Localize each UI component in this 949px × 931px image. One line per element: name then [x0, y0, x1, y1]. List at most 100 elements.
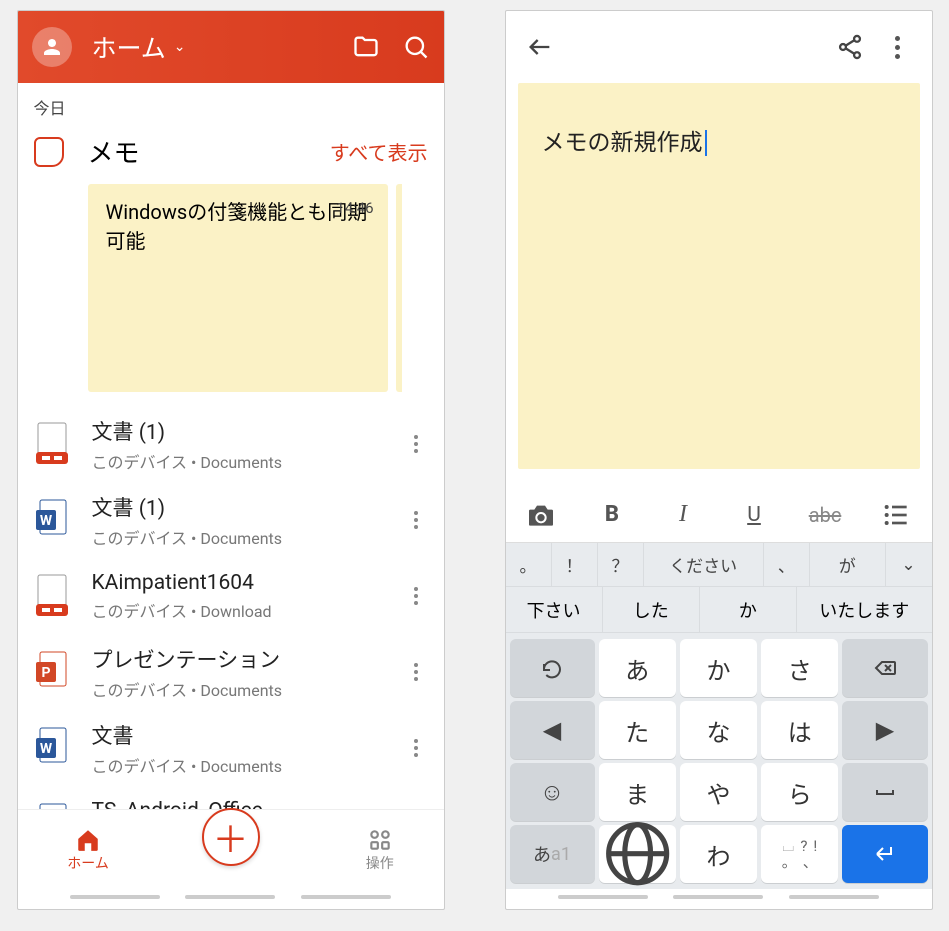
- key-ma[interactable]: ま: [599, 763, 676, 821]
- key-left[interactable]: ◀: [510, 701, 595, 759]
- key-ya[interactable]: や: [680, 763, 757, 821]
- suggestion[interactable]: ？: [598, 543, 644, 586]
- text-cursor: [705, 130, 707, 156]
- sticky-note[interactable]: Windowsの付箋機能とも同期可能 14:46: [88, 184, 388, 392]
- strikethrough-button[interactable]: abc: [809, 499, 841, 531]
- suggestion[interactable]: いたします: [797, 587, 932, 632]
- key-mode-switch[interactable]: あa1: [510, 825, 595, 883]
- more-icon[interactable]: [404, 663, 428, 681]
- bullet-list-icon[interactable]: [880, 499, 912, 531]
- underline-button[interactable]: U: [738, 499, 770, 531]
- chevron-down-icon: ⌄: [174, 39, 186, 55]
- list-item[interactable]: W 文書 このデバイス • Documents: [18, 710, 444, 786]
- list-item[interactable]: KAimpatient1604 このデバイス • Download: [18, 558, 444, 634]
- more-icon[interactable]: [404, 435, 428, 453]
- fab-add[interactable]: ＋: [202, 808, 260, 866]
- suggestion[interactable]: 、: [764, 543, 810, 586]
- svg-text:W: W: [39, 513, 52, 529]
- editor-header: [506, 11, 932, 83]
- system-gesture-bar: [18, 889, 444, 909]
- key-undo[interactable]: [510, 639, 595, 697]
- doc-name: 文書 (1): [92, 492, 404, 522]
- suggestion[interactable]: 下さい: [506, 587, 603, 632]
- list-item[interactable]: W TS_Android_Office OneDrive - 個人用 • TS原…: [18, 786, 444, 809]
- suggestion[interactable]: ！: [552, 543, 598, 586]
- sticky-note-next[interactable]: [396, 184, 402, 392]
- suggestion[interactable]: した: [603, 587, 700, 632]
- more-icon[interactable]: [404, 739, 428, 757]
- suggestion[interactable]: が: [810, 543, 886, 586]
- suggestion[interactable]: か: [700, 587, 797, 632]
- note-content: メモの新規作成: [542, 129, 703, 156]
- section-today: 今日: [18, 83, 444, 127]
- office-file-icon: [34, 574, 70, 618]
- italic-button[interactable]: I: [667, 499, 699, 531]
- key-ta[interactable]: た: [599, 701, 676, 759]
- keyboard-grid: あ か さ ◀ た な は ▶ ☺ ま や ら あa1 わ: [506, 633, 932, 889]
- word-file-icon: W: [34, 802, 70, 809]
- soft-keyboard: 。 ！ ？ ください 、 が ⌄ 下さい した か いたします あ か さ ◀ …: [506, 543, 932, 889]
- nav-actions-label: 操作: [366, 853, 394, 873]
- doc-name: 文書 (1): [92, 416, 404, 446]
- svg-text:W: W: [39, 741, 52, 757]
- app-header: ホーム ⌄: [18, 11, 444, 83]
- share-icon[interactable]: [836, 33, 864, 61]
- notes-carousel[interactable]: Windowsの付箋機能とも同期可能 14:46: [18, 170, 444, 406]
- word-file-icon: W: [34, 498, 70, 542]
- key-na[interactable]: な: [680, 701, 757, 759]
- key-right[interactable]: ▶: [842, 701, 927, 759]
- phone-note-editor: メモの新規作成 B I U abc 。 ！ ？ ください 、 が ⌄ 下さい し…: [505, 10, 933, 910]
- list-item[interactable]: W 文書 (1) このデバイス • Documents: [18, 482, 444, 558]
- suggestion[interactable]: ください: [644, 543, 764, 586]
- key-wa[interactable]: わ: [680, 825, 757, 883]
- expand-suggestions-icon[interactable]: ⌄: [886, 543, 932, 586]
- suggestion[interactable]: 。: [506, 543, 552, 586]
- key-punctuation[interactable]: ⌴?! 。、: [761, 825, 838, 883]
- svg-text:P: P: [41, 665, 50, 681]
- doc-name: KAimpatient1604: [92, 571, 404, 595]
- key-backspace[interactable]: [842, 639, 927, 697]
- note-icon: [34, 137, 64, 167]
- doc-location: このデバイス • Documents: [92, 753, 404, 777]
- key-sa[interactable]: さ: [761, 639, 838, 697]
- back-button[interactable]: [526, 33, 554, 61]
- document-list: 文書 (1) このデバイス • Documents W 文書 (1) このデバイ…: [18, 406, 444, 809]
- key-space[interactable]: [842, 763, 927, 821]
- more-icon[interactable]: [404, 511, 428, 529]
- memo-label: メモ: [88, 133, 330, 170]
- nav-home-label: ホーム: [67, 853, 109, 873]
- app-title: ホーム: [92, 29, 166, 65]
- key-ha[interactable]: は: [761, 701, 838, 759]
- phone-home-screen: ホーム ⌄ 今日 メモ すべて表示 Windowsの付箋機能とも同期可能 14:…: [17, 10, 445, 910]
- powerpoint-file-icon: P: [34, 650, 70, 694]
- folder-icon[interactable]: [352, 33, 380, 61]
- suggestion-row-2: 下さい した か いたします: [506, 587, 932, 633]
- show-all-link[interactable]: すべて表示: [330, 137, 428, 166]
- doc-location: このデバイス • Documents: [92, 525, 404, 549]
- nav-actions[interactable]: 操作: [366, 827, 394, 873]
- key-ka[interactable]: か: [680, 639, 757, 697]
- format-toolbar: B I U abc: [506, 487, 932, 543]
- suggestion-row-1: 。 ！ ？ ください 、 が ⌄: [506, 543, 932, 587]
- title-dropdown[interactable]: ホーム ⌄: [92, 29, 330, 65]
- bold-button[interactable]: B: [596, 499, 628, 531]
- camera-icon[interactable]: [525, 499, 557, 531]
- key-enter[interactable]: [842, 825, 927, 883]
- list-item[interactable]: P プレゼンテーション このデバイス • Documents: [18, 634, 444, 710]
- doc-location: このデバイス • Documents: [92, 677, 404, 701]
- user-avatar[interactable]: [32, 27, 72, 67]
- doc-location: このデバイス • Download: [92, 598, 404, 622]
- search-icon[interactable]: [402, 33, 430, 61]
- key-globe[interactable]: [599, 825, 676, 883]
- memo-section-header: メモ すべて表示: [18, 133, 444, 170]
- key-ra[interactable]: ら: [761, 763, 838, 821]
- note-textarea[interactable]: メモの新規作成: [518, 83, 920, 469]
- doc-location: このデバイス • Documents: [92, 449, 404, 473]
- more-icon[interactable]: [404, 587, 428, 605]
- key-a[interactable]: あ: [599, 639, 676, 697]
- list-item[interactable]: 文書 (1) このデバイス • Documents: [18, 406, 444, 482]
- overflow-menu-icon[interactable]: [884, 36, 912, 59]
- nav-home[interactable]: ホーム: [67, 827, 109, 873]
- sticky-time: 14:46: [336, 198, 373, 220]
- key-emoji[interactable]: ☺: [510, 763, 595, 821]
